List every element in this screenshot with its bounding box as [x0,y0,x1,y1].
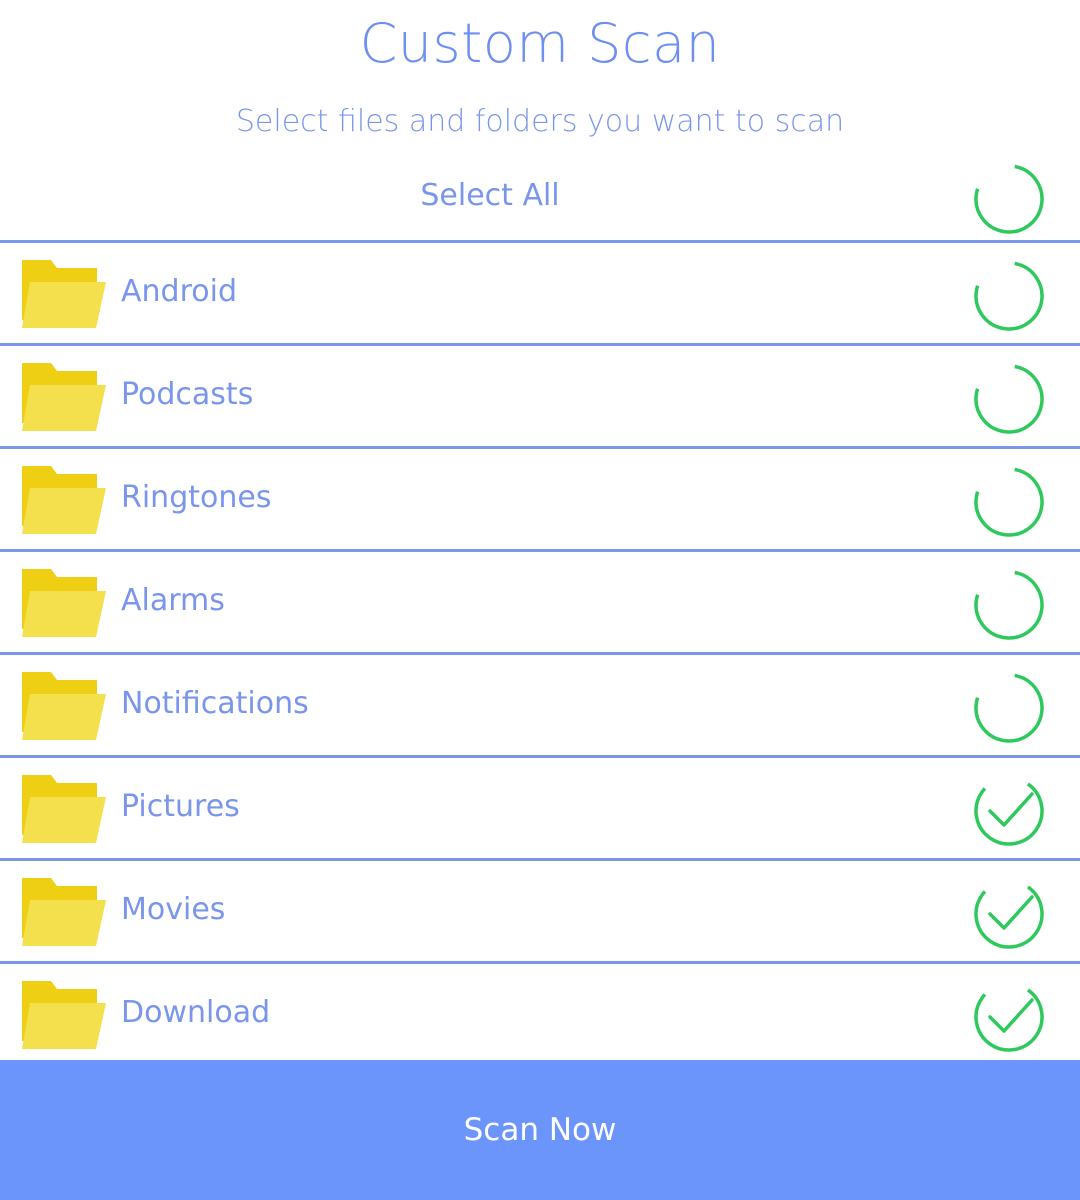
page-subtitle: Select files and folders you want to sca… [235,104,845,139]
folder-icon [22,569,106,637]
page-title: Custom Scan [359,12,721,75]
folder-label: Android [121,274,237,309]
folder-icon [22,672,106,740]
scan-now-button[interactable]: Scan Now [0,1060,1080,1200]
folder-icon [22,466,106,534]
select-all-row[interactable]: Select All [0,150,1080,240]
folder-row[interactable]: Download [0,964,1080,1064]
folder-label: Pictures [121,789,240,824]
folder-icon [22,363,106,431]
check-circle-icon[interactable] [970,875,1048,953]
folder-row[interactable]: Movies [0,861,1080,961]
folder-row[interactable]: Android [0,243,1080,343]
loading-ring-icon[interactable] [970,360,1048,438]
folder-label: Podcasts [121,377,254,412]
check-circle-icon[interactable] [970,772,1048,850]
folder-label: Notifications [121,686,309,721]
folder-row[interactable]: Podcasts [0,346,1080,446]
loading-ring-icon[interactable] [970,463,1048,541]
loading-ring-icon[interactable] [970,160,1048,238]
loading-ring-icon[interactable] [970,257,1048,335]
folder-icon [22,260,106,328]
loading-ring-icon[interactable] [970,566,1048,644]
check-circle-icon[interactable] [970,978,1048,1056]
folder-icon [22,981,106,1049]
folder-icon [22,775,106,843]
folder-label: Alarms [121,583,225,618]
folder-row[interactable]: Alarms [0,552,1080,652]
folder-label: Movies [121,892,226,927]
folder-label: Download [121,995,271,1030]
folder-label: Ringtones [121,480,272,515]
folder-row[interactable]: Notifications [0,655,1080,755]
folder-icon [22,878,106,946]
select-all-label: Select All [420,178,560,213]
loading-ring-icon[interactable] [970,669,1048,747]
folder-row[interactable]: Ringtones [0,449,1080,549]
folder-row[interactable]: Pictures [0,758,1080,858]
